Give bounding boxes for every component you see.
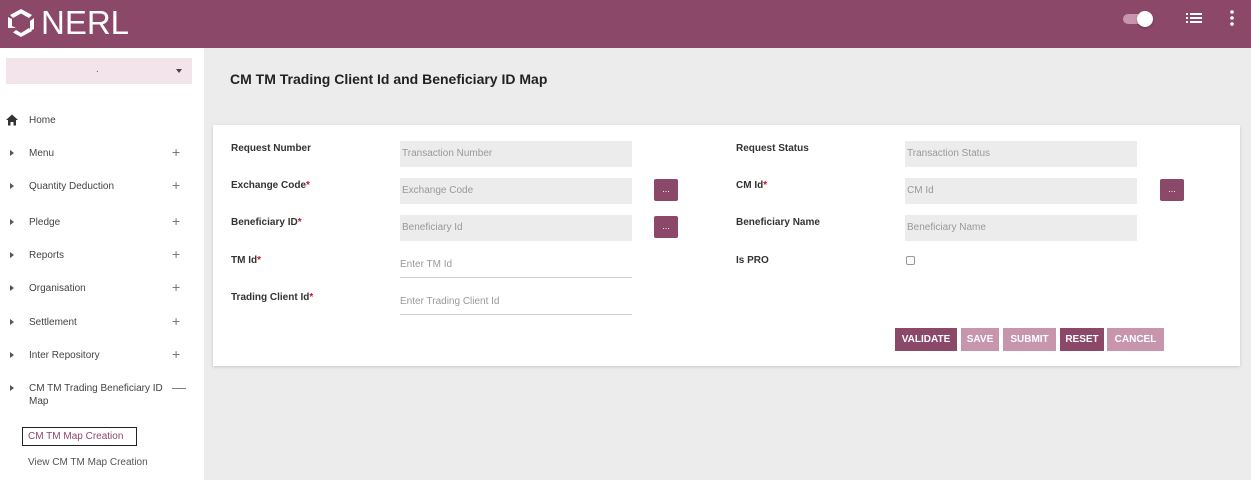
tm-id-input[interactable]: Enter TM Id xyxy=(400,252,632,278)
expand-icon: + xyxy=(172,346,181,362)
sidebar-item-inter-repository[interactable]: Inter Repository + xyxy=(0,345,204,367)
exchange-code-input[interactable]: Exchange Code xyxy=(400,178,632,204)
sidebar-item-label: Reports xyxy=(29,250,65,261)
sidebar-item-home[interactable]: Home xyxy=(0,110,204,132)
sidebar-item-label-line2: Map xyxy=(29,396,49,407)
trading-client-id-label: Trading Client Id* xyxy=(231,292,314,303)
context-select-value: . xyxy=(96,64,99,75)
expand-icon: + xyxy=(172,313,181,329)
expand-icon: + xyxy=(172,279,181,295)
reset-button[interactable]: RESET xyxy=(1060,328,1104,351)
caret-right-icon xyxy=(10,285,14,291)
beneficiary-id-input[interactable]: Beneficiary Id xyxy=(400,215,632,241)
exchange-code-label: Exchange Code* xyxy=(231,180,310,191)
beneficiary-name-input[interactable]: Beneficiary Name xyxy=(905,215,1137,241)
save-button[interactable]: SAVE xyxy=(961,328,999,351)
caret-right-icon xyxy=(10,319,14,325)
theme-toggle[interactable] xyxy=(1123,11,1155,27)
more-vert-icon[interactable] xyxy=(1228,9,1236,27)
beneficiary-name-label: Beneficiary Name xyxy=(736,217,820,228)
submit-button[interactable]: SUBMIT xyxy=(1003,328,1056,351)
sidebar-item-settlement[interactable]: Settlement + xyxy=(0,312,204,334)
sidebar-item-label: Inter Repository xyxy=(29,350,100,361)
sidebar-item-label: Menu xyxy=(29,148,55,159)
sidebar-item-cm-tm-map[interactable]: CM TM Trading Beneficiary ID Map — xyxy=(0,378,204,412)
caret-right-icon xyxy=(10,183,14,189)
cm-id-lookup-button[interactable]: ... xyxy=(1160,179,1184,201)
sidebar-item-label: Home xyxy=(29,115,56,126)
sidebar-item-organisation[interactable]: Organisation + xyxy=(0,278,204,300)
sidebar-item-label: Settlement xyxy=(29,317,77,328)
expand-icon: + xyxy=(172,144,181,160)
trading-client-id-input[interactable]: Enter Trading Client Id xyxy=(400,289,632,315)
cm-id-label: CM Id* xyxy=(736,180,768,191)
cm-id-input[interactable]: CM Id xyxy=(905,178,1137,204)
caret-right-icon xyxy=(10,385,14,391)
exchange-code-lookup-button[interactable]: ... xyxy=(654,179,678,201)
page-title: CM TM Trading Client Id and Beneficiary … xyxy=(230,71,548,87)
brand-logo[interactable]: NERL xyxy=(5,3,129,43)
is-pro-label: Is PRO xyxy=(736,255,769,266)
caret-right-icon xyxy=(10,150,14,156)
request-status-label: Request Status xyxy=(736,143,809,154)
is-pro-checkbox[interactable] xyxy=(906,256,915,265)
beneficiary-id-lookup-button[interactable]: ... xyxy=(654,216,678,238)
caret-right-icon xyxy=(10,252,14,258)
context-select[interactable]: . xyxy=(6,58,192,84)
logo-icon xyxy=(8,9,34,37)
tm-id-label: TM Id* xyxy=(231,255,262,266)
expand-icon: + xyxy=(172,246,181,262)
validate-button[interactable]: VALIDATE xyxy=(895,328,957,351)
sidebar-item-pledge[interactable]: Pledge + xyxy=(0,212,204,234)
sidebar-subitem-view-cm-tm-map-creation[interactable]: View CM TM Map Creation xyxy=(28,457,148,468)
beneficiary-id-label: Beneficiary ID* xyxy=(231,217,302,228)
caret-right-icon xyxy=(10,352,14,358)
caret-right-icon xyxy=(10,219,14,225)
sidebar-subitem-cm-tm-map-creation[interactable]: CM TM Map Creation xyxy=(22,427,137,446)
caret-down-icon xyxy=(176,69,182,73)
sidebar: . Home Menu + Quantity Deduction + Pledg… xyxy=(0,48,204,480)
sidebar-item-label: CM TM Trading Beneficiary ID xyxy=(29,383,163,394)
sidebar-item-label: Organisation xyxy=(29,283,86,294)
sidebar-item-quantity-deduction[interactable]: Quantity Deduction + xyxy=(0,176,204,198)
sidebar-item-menu[interactable]: Menu + xyxy=(0,143,204,165)
expand-icon: + xyxy=(172,177,181,193)
sidebar-item-label: Pledge xyxy=(29,217,61,228)
toggle-knob xyxy=(1137,11,1153,27)
list-icon[interactable] xyxy=(1186,11,1202,25)
request-number-input[interactable]: Transaction Number xyxy=(400,141,632,167)
home-icon xyxy=(6,114,18,126)
cancel-button[interactable]: CANCEL xyxy=(1107,328,1164,351)
request-number-label: Request Number xyxy=(231,143,312,154)
sidebar-item-reports[interactable]: Reports + xyxy=(0,245,204,267)
app-header: NERL xyxy=(0,0,1251,48)
sidebar-item-label: Quantity Deduction xyxy=(29,181,115,192)
request-status-input[interactable]: Transaction Status xyxy=(905,141,1137,167)
collapse-icon: — xyxy=(172,379,186,395)
brand-name: NERL xyxy=(41,4,130,41)
expand-icon: + xyxy=(172,213,181,229)
